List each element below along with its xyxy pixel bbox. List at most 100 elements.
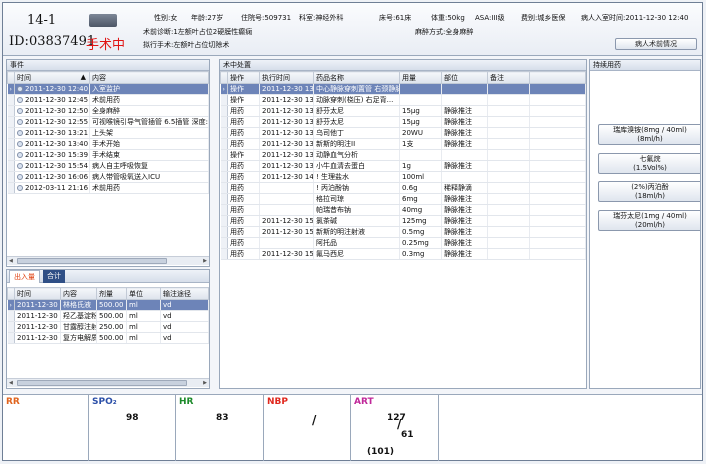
intraop-col-site[interactable]: 部位 [441, 71, 488, 84]
intraop-dose: 1g [399, 160, 442, 172]
continuous-med-button[interactable]: 瑞库溴铵(8mg / 40ml) (8ml/h) [598, 124, 700, 145]
tab-total[interactable]: 合计 [43, 270, 65, 283]
intraop-drug: 动静血气分析 [313, 149, 400, 161]
intraop-col-dose[interactable]: 用量 [399, 71, 442, 84]
io-col-dose[interactable]: 剂量 [96, 287, 127, 300]
intraop-filler [529, 105, 586, 117]
intraop-time: 2011-12-30 13:39 [259, 116, 314, 128]
intraop-row[interactable]: 用药 格拉司琼 6mg 静脉推注 [220, 193, 586, 205]
event-content: 术前用药 [89, 182, 209, 194]
event-time: 2011-12-30 12:55 [14, 116, 90, 128]
event-content: 手术结束 [89, 149, 209, 161]
event-time: 2011-12-30 13:21 [14, 127, 90, 139]
intraop-filler [529, 215, 586, 227]
intraop-row[interactable]: 用药 阿托品 0.25mg 静脉推注 [220, 237, 586, 249]
event-row[interactable]: › 2011-12-30 12:40 入室监护 [7, 83, 209, 95]
intraop-op: 用药 [227, 193, 260, 205]
event-row[interactable]: 2011-12-30 12:55可视喉镜引导气管插管 6.5插管 深度:26cm [7, 116, 209, 128]
event-row[interactable]: 2012-03-11 21:16 术前用药 [7, 182, 209, 194]
vital-hr-label: HR [179, 397, 194, 407]
intraop-site: 稀释静滴 [441, 182, 488, 194]
intraop-row[interactable]: 操作2011-12-30 13:50动静血气分析 [220, 149, 586, 161]
event-row[interactable]: 2011-12-30 16:06 病人带管吸氧送入ICU [7, 171, 209, 183]
intraop-title: 术中处置 [220, 60, 586, 71]
intraop-time: 2011-12-30 15:51 [259, 248, 314, 260]
events-col-time[interactable]: 时间 ▲ [14, 71, 90, 84]
row-indicator [220, 215, 228, 227]
tab-intake-output[interactable]: 出入量 [9, 270, 40, 283]
event-row[interactable]: 2011-12-30 12:45 术前用药 [7, 94, 209, 106]
intraop-row[interactable]: 用药 帕瑞昔布钠 40mg 静脉推注 [220, 204, 586, 216]
event-row[interactable]: 2011-12-30 13:21 上头架 [7, 127, 209, 139]
io-time: 2011-12-30 12:45 [14, 299, 61, 311]
events-col-content[interactable]: 内容 [89, 71, 209, 84]
intraop-note [487, 160, 530, 172]
io-hscroll-thumb[interactable] [17, 380, 187, 386]
intraop-row[interactable]: 用药2011-12-30 15:45新斯的明注射液0.5mg静脉推注 [220, 226, 586, 238]
event-icon [17, 119, 23, 125]
intraop-col-note[interactable]: 备注 [487, 71, 530, 84]
vital-art-label: ART [354, 397, 374, 407]
event-row[interactable]: 2011-12-30 15:39 手术结束 [7, 149, 209, 161]
event-row[interactable]: 2011-12-30 13:40 手术开始 [7, 138, 209, 150]
continuous-med-button[interactable]: 七氟烷 (1.5Vol%) [598, 153, 700, 174]
io-content: 甘露醇注射 [60, 321, 97, 333]
intraop-filler [529, 182, 586, 194]
intraop-row[interactable]: 用药2011-12-30 13:50新斯的明注II1支静脉推注 [220, 138, 586, 150]
intraop-col-time[interactable]: 执行时间 [259, 71, 314, 84]
preop-button[interactable]: 病人术前情况 [615, 38, 697, 50]
io-col-content[interactable]: 内容 [60, 287, 97, 300]
intraop-dose: 40mg [399, 204, 442, 216]
io-col-time[interactable]: 时间 [14, 287, 61, 300]
intraop-note [487, 83, 530, 95]
intraop-row[interactable]: 用药2011-12-30 13:59小牛血清去蛋白1g静脉推注 [220, 160, 586, 172]
io-panel: 出入量 合计 时间 内容 剂量 单位 输注途径 ›2011-12-30 12:4… [6, 269, 210, 389]
row-indicator: › [220, 83, 228, 95]
intraop-row[interactable]: 操作2011-12-30 13:05动脉穿刺(桡压) 右足背... [220, 94, 586, 106]
intraop-row[interactable]: ›操作2011-12-30 13:00中心静脉穿刺置管 右颈静脉 [220, 83, 586, 95]
io-col-route[interactable]: 输注途径 [160, 287, 209, 300]
event-time: 2012-03-11 21:16 [14, 182, 90, 194]
vital-art-diastolic: 61 [401, 430, 414, 440]
intraop-dose: 125mg [399, 215, 442, 227]
intraop-col-drug[interactable]: 药品名称 [313, 71, 400, 84]
row-indicator [220, 226, 228, 238]
intraop-col-filler [529, 71, 586, 84]
events-hscroll[interactable]: ◀ ▶ [7, 256, 209, 265]
intraop-op: 用药 [227, 160, 260, 172]
intraop-op: 用药 [227, 248, 260, 260]
intraop-row[interactable]: 用药2011-12-30 15:42氯茶碱125mg静脉推注 [220, 215, 586, 227]
row-indicator: › [7, 83, 15, 95]
io-row[interactable]: ›2011-12-30 12:45林格氏液500.00mlvd [7, 299, 209, 311]
continuous-med-button[interactable]: 瑞芬太尼(1mg / 40ml) (20ml/h) [598, 210, 700, 231]
event-row[interactable]: 2011-12-30 15:54 病人自主呼吸恢复 [7, 160, 209, 172]
continuous-med-button[interactable]: (2%)丙泊酚 (18ml/h) [598, 181, 700, 202]
intraop-note [487, 138, 530, 150]
intraop-row[interactable]: 用药2011-12-30 13:39舒芬太尼15μg静脉推注 [220, 116, 586, 128]
intraop-row[interactable]: 用药2011-12-30 15:51氟马西尼0.3mg静脉推注 [220, 248, 586, 260]
io-col-unit[interactable]: 单位 [126, 287, 161, 300]
continuous-med-rate: (8ml/h) [637, 135, 663, 143]
intraop-site: 静脉推注 [441, 248, 488, 260]
intraop-op: 用药 [227, 226, 260, 238]
intraop-row[interactable]: 用药2011-12-30 13:50乌司他丁20WU静脉推注 [220, 127, 586, 139]
intraop-note [487, 226, 530, 238]
intraop-note [487, 248, 530, 260]
io-row[interactable]: 2011-12-30 13:43甘露醇注射250.00mlvd [7, 321, 209, 333]
intraop-row[interactable]: 用药 ! 丙泊酚钠 0.6g 稀释静滴 [220, 182, 586, 194]
event-row[interactable]: 2011-12-30 12:50 全身麻醉 [7, 105, 209, 117]
pre-diagnosis-field: 术前诊断:1左额叶占位2硬膜性癫痫 [143, 28, 253, 36]
io-row[interactable]: 2011-12-30 13:17羟乙基淀粉500.00mlvd [7, 310, 209, 322]
io-row[interactable]: 2011-12-30 15:08复方电解质500.00mlvd [7, 332, 209, 344]
row-indicator [7, 149, 15, 161]
row-indicator [220, 116, 228, 128]
intraop-row[interactable]: 用药2011-12-30 13:39舒芬太尼15μg静脉推注 [220, 105, 586, 117]
row-indicator [220, 237, 228, 249]
events-hscroll-thumb[interactable] [17, 258, 167, 264]
intraop-col-op[interactable]: 操作 [227, 71, 260, 84]
intraop-op: 用药 [227, 138, 260, 150]
intraop-row[interactable]: 用药2011-12-30 14:29! 生理盐水100ml [220, 171, 586, 183]
io-hscroll[interactable]: ◀ ▶ [7, 378, 209, 387]
event-time: 2011-12-30 13:40 [14, 138, 90, 150]
io-time: 2011-12-30 13:43 [14, 321, 61, 333]
